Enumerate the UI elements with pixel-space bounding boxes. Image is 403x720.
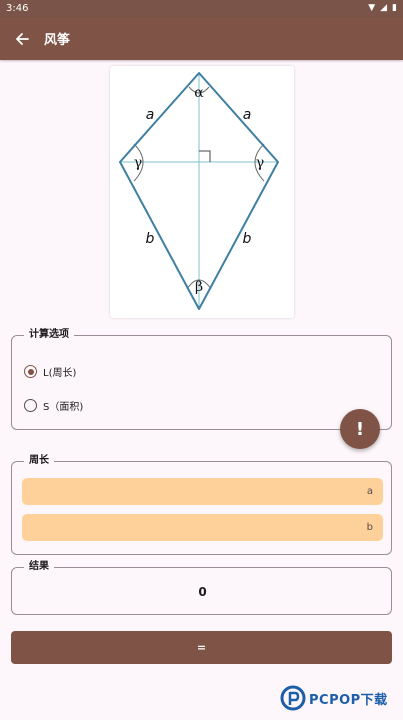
watermark: PCPOP下载 [280,682,388,714]
side-b-input[interactable]: b [22,514,383,541]
kite-diagram-svg: α γ γ β a a b b [119,72,279,310]
radio-unchecked-icon [24,399,37,412]
gamma-right-label: γ [256,155,264,171]
side-a-right-label: a [243,107,252,123]
arrow-left-icon [16,32,29,45]
watermark-logo-icon [280,685,306,711]
side-a-input[interactable]: a [22,478,383,505]
result-value: 0 [198,585,207,599]
beta-label: β [195,279,203,295]
perimeter-input-group: 周长 a b [11,454,392,555]
status-icons: ▼ ◢ ▮ [368,4,397,13]
side-a-placeholder: a [366,486,373,497]
signal-icon: ◢ [380,3,388,13]
info-fab-button[interactable]: ! [340,409,380,449]
wifi-icon: ▼ [368,3,376,13]
calculate-button[interactable]: = [11,631,392,664]
result-group: 结果 0 [11,560,392,615]
option-perimeter-label: L(周长) [43,368,77,379]
kite-diagram: α γ γ β a a b b [110,66,294,318]
right-angle-mark [199,150,211,162]
status-time: 3:46 [6,3,29,14]
back-button[interactable] [12,29,32,49]
option-area-radio[interactable]: S（面积) [24,398,83,413]
gamma-left-label: γ [134,155,142,171]
watermark-text: PCPOP下载 [309,692,388,708]
options-legend: 计算选项 [24,328,74,342]
option-perimeter-radio[interactable]: L(周长) [24,364,76,379]
perimeter-legend: 周长 [24,454,54,468]
app-bar: 风筝 [0,17,403,60]
radio-checked-icon [24,365,37,378]
side-a-left-label: a [146,107,155,123]
calculation-options-group: 计算选项 L(周长) S（面积) [11,328,392,430]
status-bar: 3:46 ▼ ◢ ▮ [0,0,403,17]
side-b-left-label: b [146,231,155,247]
option-area-label: S（面积) [43,402,84,413]
alpha-label: α [194,85,204,101]
side-b-right-label: b [243,231,252,247]
page-title: 风筝 [44,33,71,48]
side-b-placeholder: b [366,522,373,533]
battery-icon: ▮ [392,3,397,13]
